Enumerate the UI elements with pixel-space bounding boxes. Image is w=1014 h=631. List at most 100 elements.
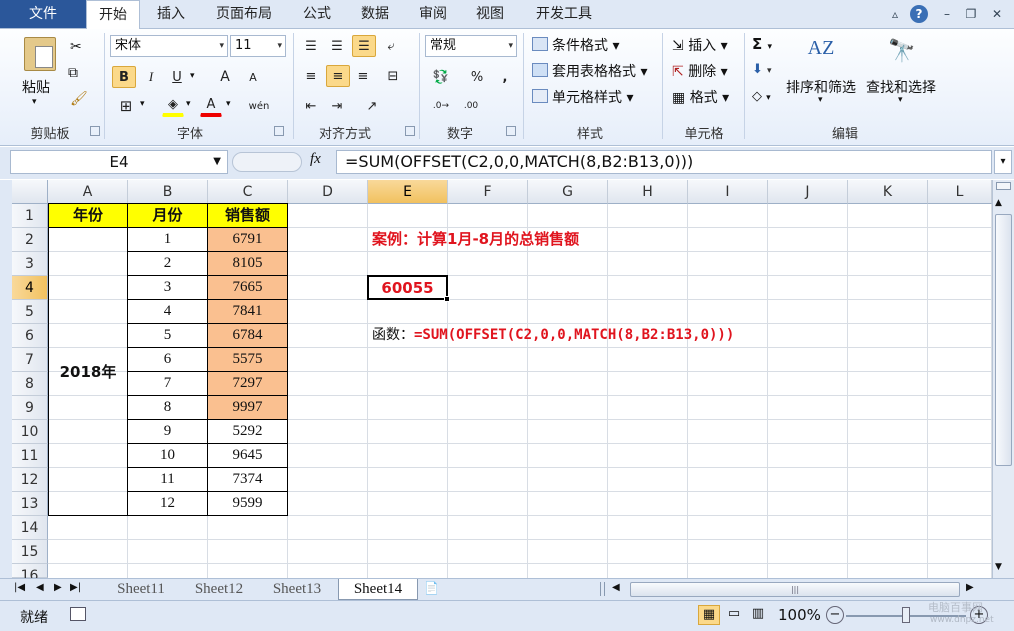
percent-button[interactable]: %	[466, 66, 488, 88]
row-header-11[interactable]: 11	[12, 444, 48, 468]
last-sheet-icon[interactable]: ▶|	[70, 582, 81, 593]
row-header-4[interactable]: 4	[12, 276, 48, 300]
month-cell[interactable]: 12	[127, 491, 208, 516]
underline-button[interactable]: U	[166, 66, 188, 88]
vertical-scrollbar[interactable]: ▲ ▼	[992, 180, 1014, 578]
autosum-button[interactable]: Σ ▾	[752, 35, 772, 53]
year-cell[interactable]: 2018年	[48, 227, 128, 516]
font-name-select[interactable]: 宋体 ▾	[110, 35, 228, 57]
format-painter-icon[interactable]: 🖌	[70, 91, 88, 107]
scroll-left-icon[interactable]: ◀	[612, 582, 620, 593]
underline-dropdown-icon[interactable]: ▾	[190, 71, 195, 81]
column-header-K[interactable]: K	[848, 180, 928, 204]
row-header-15[interactable]: 15	[12, 540, 48, 564]
paste-button[interactable]: 粘贴	[22, 77, 50, 97]
tab-home[interactable]: 开始	[86, 0, 140, 29]
format-as-table-button[interactable]: 套用表格格式 ▾	[552, 61, 647, 81]
scroll-up-icon[interactable]: ▲	[995, 198, 1002, 208]
borders-dropdown-icon[interactable]: ▾	[140, 99, 145, 109]
column-header-F[interactable]: F	[448, 180, 528, 204]
row-header-2[interactable]: 2	[12, 228, 48, 252]
row-header-5[interactable]: 5	[12, 300, 48, 324]
month-cell[interactable]: 8	[127, 395, 208, 420]
minimize-window-icon[interactable]: –	[938, 5, 956, 23]
alignment-launcher-icon[interactable]	[405, 126, 415, 136]
delete-cells-button[interactable]: ⇱ 删除 ▾	[672, 61, 728, 81]
vertical-scroll-thumb[interactable]	[995, 214, 1012, 466]
column-header-B[interactable]: B	[128, 180, 208, 204]
row-header-16[interactable]: 16	[12, 564, 48, 584]
horizontal-scroll-thumb[interactable]: |||	[630, 582, 960, 597]
comma-button[interactable]: ,	[494, 66, 516, 88]
scroll-right-icon[interactable]: ▶	[966, 582, 974, 593]
name-box[interactable]: E4 ▼	[10, 150, 228, 174]
insert-cells-button[interactable]: ⇲ 插入 ▾	[672, 35, 728, 55]
wrap-text-icon[interactable]: ⤶	[380, 35, 402, 57]
month-cell[interactable]: 10	[127, 443, 208, 468]
month-cell[interactable]: 5	[127, 323, 208, 348]
tab-data[interactable]: 数据	[348, 0, 402, 28]
normal-view-icon[interactable]: ▦	[698, 605, 720, 625]
paste-dropdown-icon[interactable]: ▾	[32, 97, 37, 107]
fill-icon[interactable]: ⬇ ▾	[752, 62, 772, 77]
sales-cell[interactable]: 8105	[207, 251, 288, 276]
close-window-icon[interactable]: ✕	[988, 5, 1006, 23]
zoom-out-icon[interactable]: −	[826, 606, 844, 624]
sales-cell[interactable]: 5292	[207, 419, 288, 444]
sort-dropdown-icon[interactable]: ▾	[818, 95, 823, 105]
row-header-12[interactable]: 12	[12, 468, 48, 492]
page-layout-view-icon[interactable]: ▭	[724, 605, 744, 625]
cut-icon[interactable]: ✂	[70, 39, 82, 55]
row-header-6[interactable]: 6	[12, 324, 48, 348]
month-cell[interactable]: 1	[127, 227, 208, 252]
table-header-cell[interactable]: 年份	[48, 203, 128, 228]
sheet-tab-active[interactable]: Sheet14	[338, 579, 418, 600]
column-header-J[interactable]: J	[768, 180, 848, 204]
fill-color-icon[interactable]: ◈	[162, 95, 184, 117]
next-sheet-icon[interactable]: ▶	[54, 582, 62, 593]
sales-cell[interactable]: 7841	[207, 299, 288, 324]
page-break-view-icon[interactable]: ▥	[748, 605, 768, 625]
column-header-A[interactable]: A	[48, 180, 128, 204]
clear-icon[interactable]: ◇ ▾	[752, 89, 771, 104]
row-header-8[interactable]: 8	[12, 372, 48, 396]
select-all-button[interactable]	[12, 180, 48, 204]
phonetic-guide-button[interactable]: wén	[246, 95, 272, 117]
column-header-E[interactable]: E	[368, 180, 448, 204]
sort-filter-button[interactable]: 排序和筛选	[786, 77, 856, 97]
grow-font-button[interactable]: A	[214, 66, 236, 88]
orientation-icon[interactable]: ↗	[360, 95, 384, 117]
sales-cell[interactable]: 9645	[207, 443, 288, 468]
tab-view[interactable]: 视图	[463, 0, 517, 28]
month-cell[interactable]: 3	[127, 275, 208, 300]
month-cell[interactable]: 6	[127, 347, 208, 372]
sheet-tab[interactable]: Sheet12	[184, 579, 254, 600]
bold-button[interactable]: B	[112, 66, 136, 88]
borders-icon[interactable]: ⊞	[114, 95, 138, 117]
month-cell[interactable]: 9	[127, 419, 208, 444]
merge-center-icon[interactable]: ⊟	[380, 65, 406, 87]
insert-function-icon[interactable]: fx	[310, 151, 321, 168]
accounting-format-icon[interactable]: 💱	[428, 66, 454, 88]
fill-handle[interactable]	[444, 296, 450, 302]
tab-split-handle[interactable]	[600, 582, 605, 596]
insert-sheet-icon[interactable]: 📄	[424, 581, 439, 595]
align-left-icon[interactable]: ≡	[300, 65, 322, 87]
find-select-button[interactable]: 查找和选择	[866, 77, 936, 97]
sales-cell[interactable]: 7374	[207, 467, 288, 492]
align-top-icon[interactable]: ☰	[300, 35, 322, 57]
cell-styles-button[interactable]: 单元格样式 ▾	[552, 87, 633, 107]
month-cell[interactable]: 4	[127, 299, 208, 324]
row-header-9[interactable]: 9	[12, 396, 48, 420]
sheet-tab[interactable]: Sheet13	[262, 579, 332, 600]
month-cell[interactable]: 7	[127, 371, 208, 396]
result-cell-selected[interactable]: 60055	[367, 275, 448, 300]
column-header-L[interactable]: L	[928, 180, 992, 204]
row-header-1[interactable]: 1	[12, 204, 48, 228]
table-header-cell[interactable]: 销售额	[207, 203, 288, 228]
column-header-H[interactable]: H	[608, 180, 688, 204]
copy-icon[interactable]: ⧉	[68, 65, 78, 81]
tab-page-layout[interactable]: 页面布局	[204, 0, 284, 28]
column-header-C[interactable]: C	[208, 180, 288, 204]
clipboard-launcher-icon[interactable]	[90, 126, 100, 136]
